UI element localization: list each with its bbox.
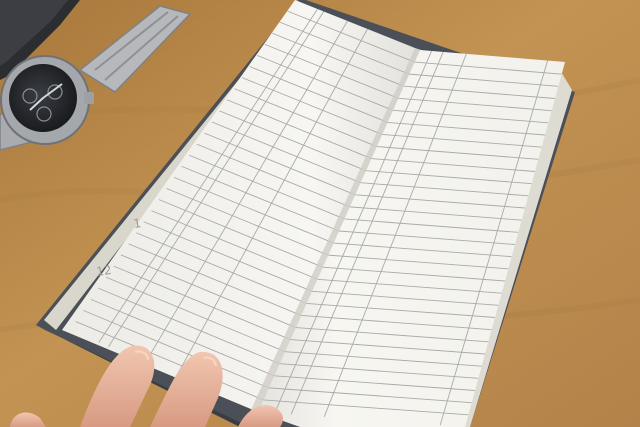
watch-crown xyxy=(84,92,94,104)
photo-canvas: 1 12 xyxy=(0,0,640,427)
margin-label-12: 12 xyxy=(95,263,112,279)
photo-scene: 1 12 xyxy=(0,0,640,427)
